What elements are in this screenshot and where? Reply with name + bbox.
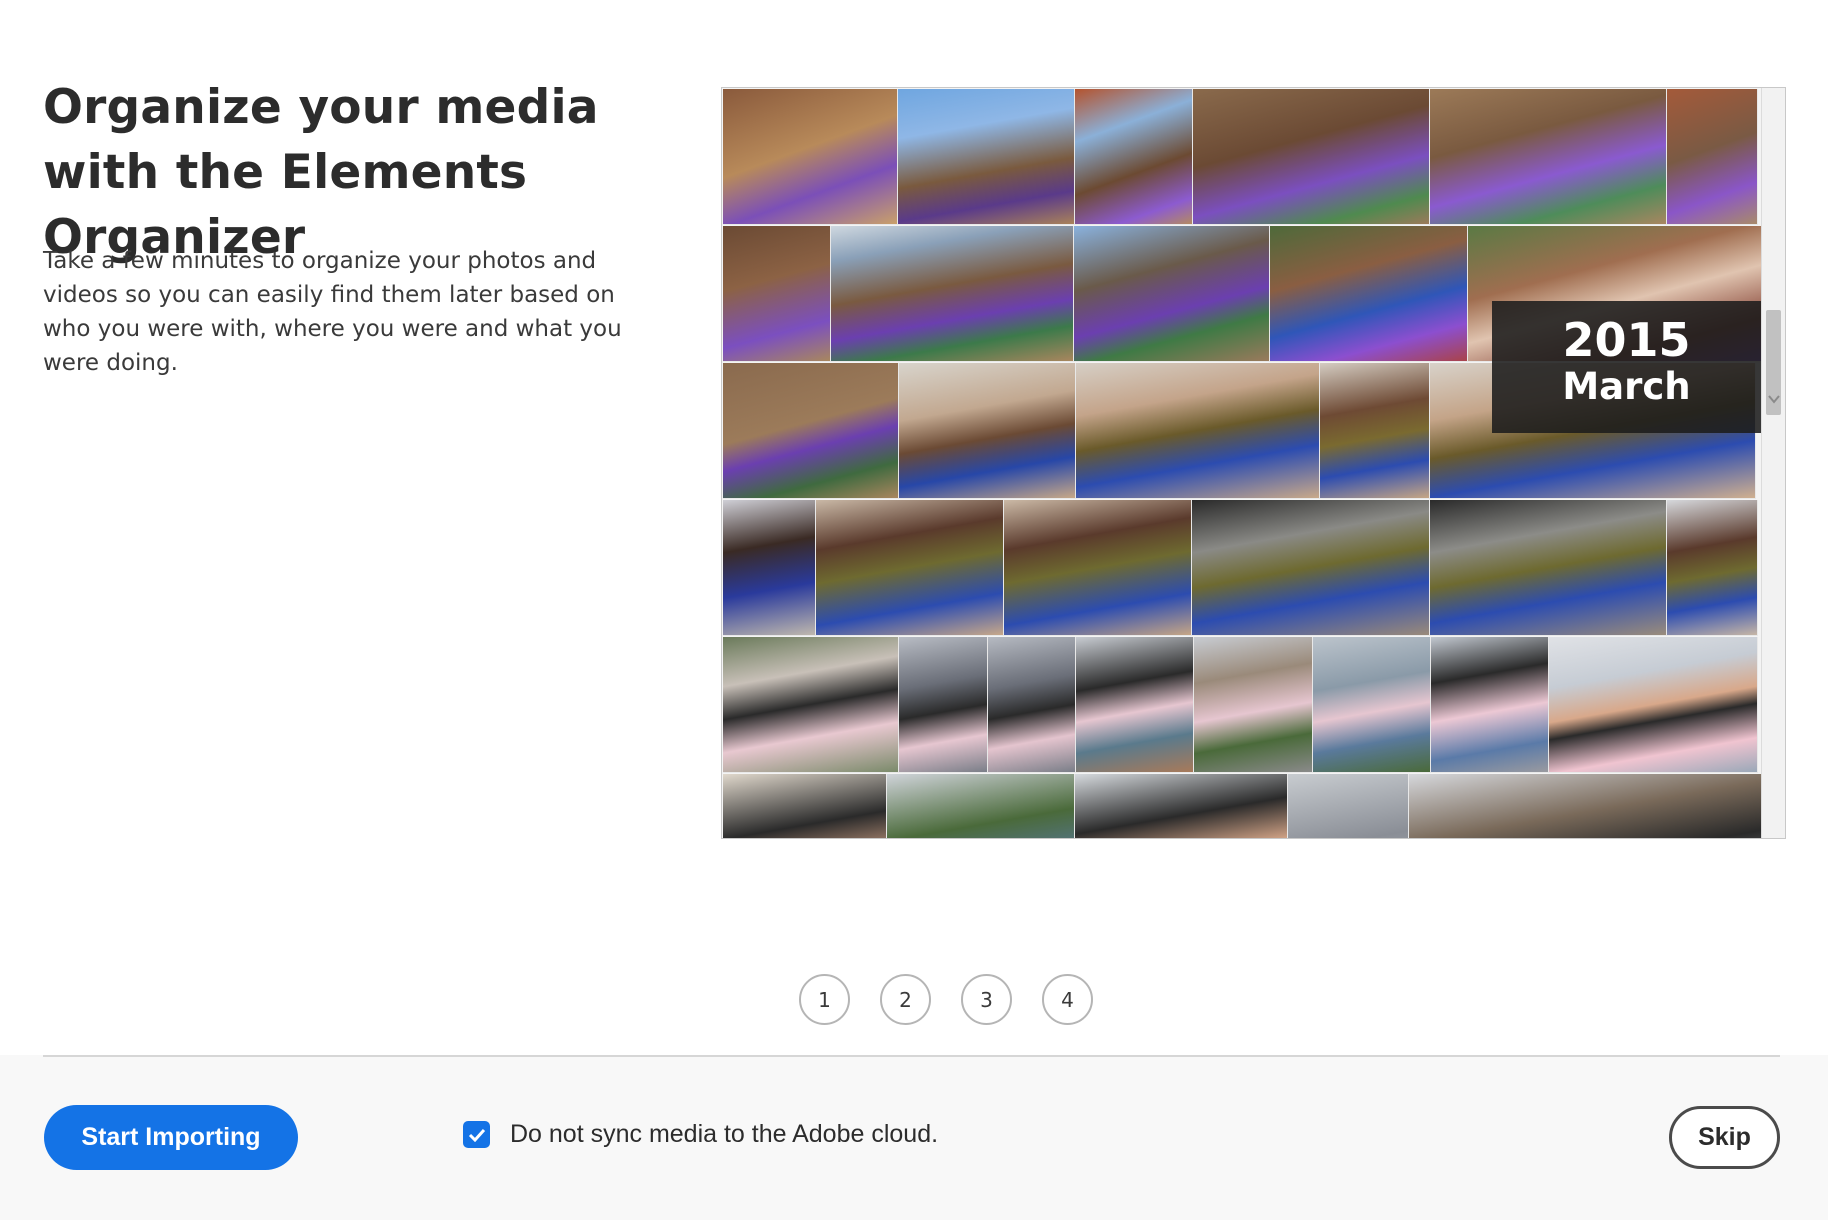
photo-thumbnail (1193, 89, 1430, 225)
date-overlay: 2015 March (1492, 301, 1761, 433)
do-not-sync-checkbox[interactable] (463, 1121, 490, 1148)
photo-thumbnail (1074, 226, 1270, 362)
date-year: 2015 (1562, 313, 1691, 367)
photo-thumbnail (1270, 226, 1468, 362)
photo-thumbnail (1667, 500, 1758, 636)
photo-thumbnail (816, 500, 1004, 636)
photo-thumbnail (898, 89, 1075, 225)
photo-grid-preview: 2015 March (721, 87, 1786, 839)
checkmark-icon (468, 1128, 485, 1142)
photo-row (723, 500, 1758, 636)
photo-thumbnail (1409, 774, 1764, 838)
page-button-2[interactable]: 2 (880, 974, 931, 1025)
page-button-3[interactable]: 3 (961, 974, 1012, 1025)
photo-thumbnail (1004, 500, 1192, 636)
page-button-1[interactable]: 1 (799, 974, 850, 1025)
photo-thumbnail (723, 774, 887, 838)
photo-thumbnail (831, 226, 1074, 362)
chevron-down-icon[interactable] (1762, 392, 1785, 408)
photo-thumbnail (1431, 637, 1549, 773)
skip-button[interactable]: Skip (1669, 1106, 1780, 1169)
photo-thumbnail (723, 637, 899, 773)
photo-thumbnail (1075, 89, 1193, 225)
photo-thumbnail (887, 774, 1075, 838)
photo-thumbnail (899, 363, 1076, 499)
photo-thumbnail (1075, 774, 1288, 838)
page-description: Take a few minutes to organize your phot… (43, 248, 622, 376)
photo-thumbnail (1313, 637, 1431, 773)
photo-thumbnail (899, 637, 988, 773)
do-not-sync-label: Do not sync media to the Adobe cloud. (510, 1120, 939, 1148)
start-importing-button[interactable]: Start Importing (44, 1105, 298, 1170)
page-title: Organize your media with the Elements Or… (43, 80, 599, 265)
photo-thumbnail (723, 363, 899, 499)
footer-divider (43, 1055, 1780, 1057)
photo-thumbnail (1194, 637, 1313, 773)
photo-row (723, 637, 1758, 773)
photo-row (723, 89, 1758, 225)
photo-thumbnail (1076, 363, 1320, 499)
scrollbar[interactable] (1761, 88, 1785, 838)
photo-thumbnail (1320, 363, 1430, 499)
photo-thumbnail (1288, 774, 1409, 838)
page-button-4[interactable]: 4 (1042, 974, 1093, 1025)
photo-thumbnail (988, 637, 1076, 773)
date-month: March (1562, 365, 1691, 408)
photo-thumbnail (1076, 637, 1194, 773)
photo-thumbnail (1549, 637, 1758, 773)
photo-thumbnail (1192, 500, 1430, 636)
sync-option: Do not sync media to the Adobe cloud. (463, 1120, 938, 1149)
photo-thumbnail (1430, 89, 1667, 225)
photo-thumbnail (723, 500, 816, 636)
photo-thumbnail (723, 226, 831, 362)
photo-row (723, 774, 1764, 838)
photo-thumbnail (723, 89, 898, 225)
page-indicator: 1 2 3 4 (799, 974, 1093, 1025)
photo-thumbnail (1667, 89, 1758, 225)
photo-thumbnail (1430, 500, 1667, 636)
